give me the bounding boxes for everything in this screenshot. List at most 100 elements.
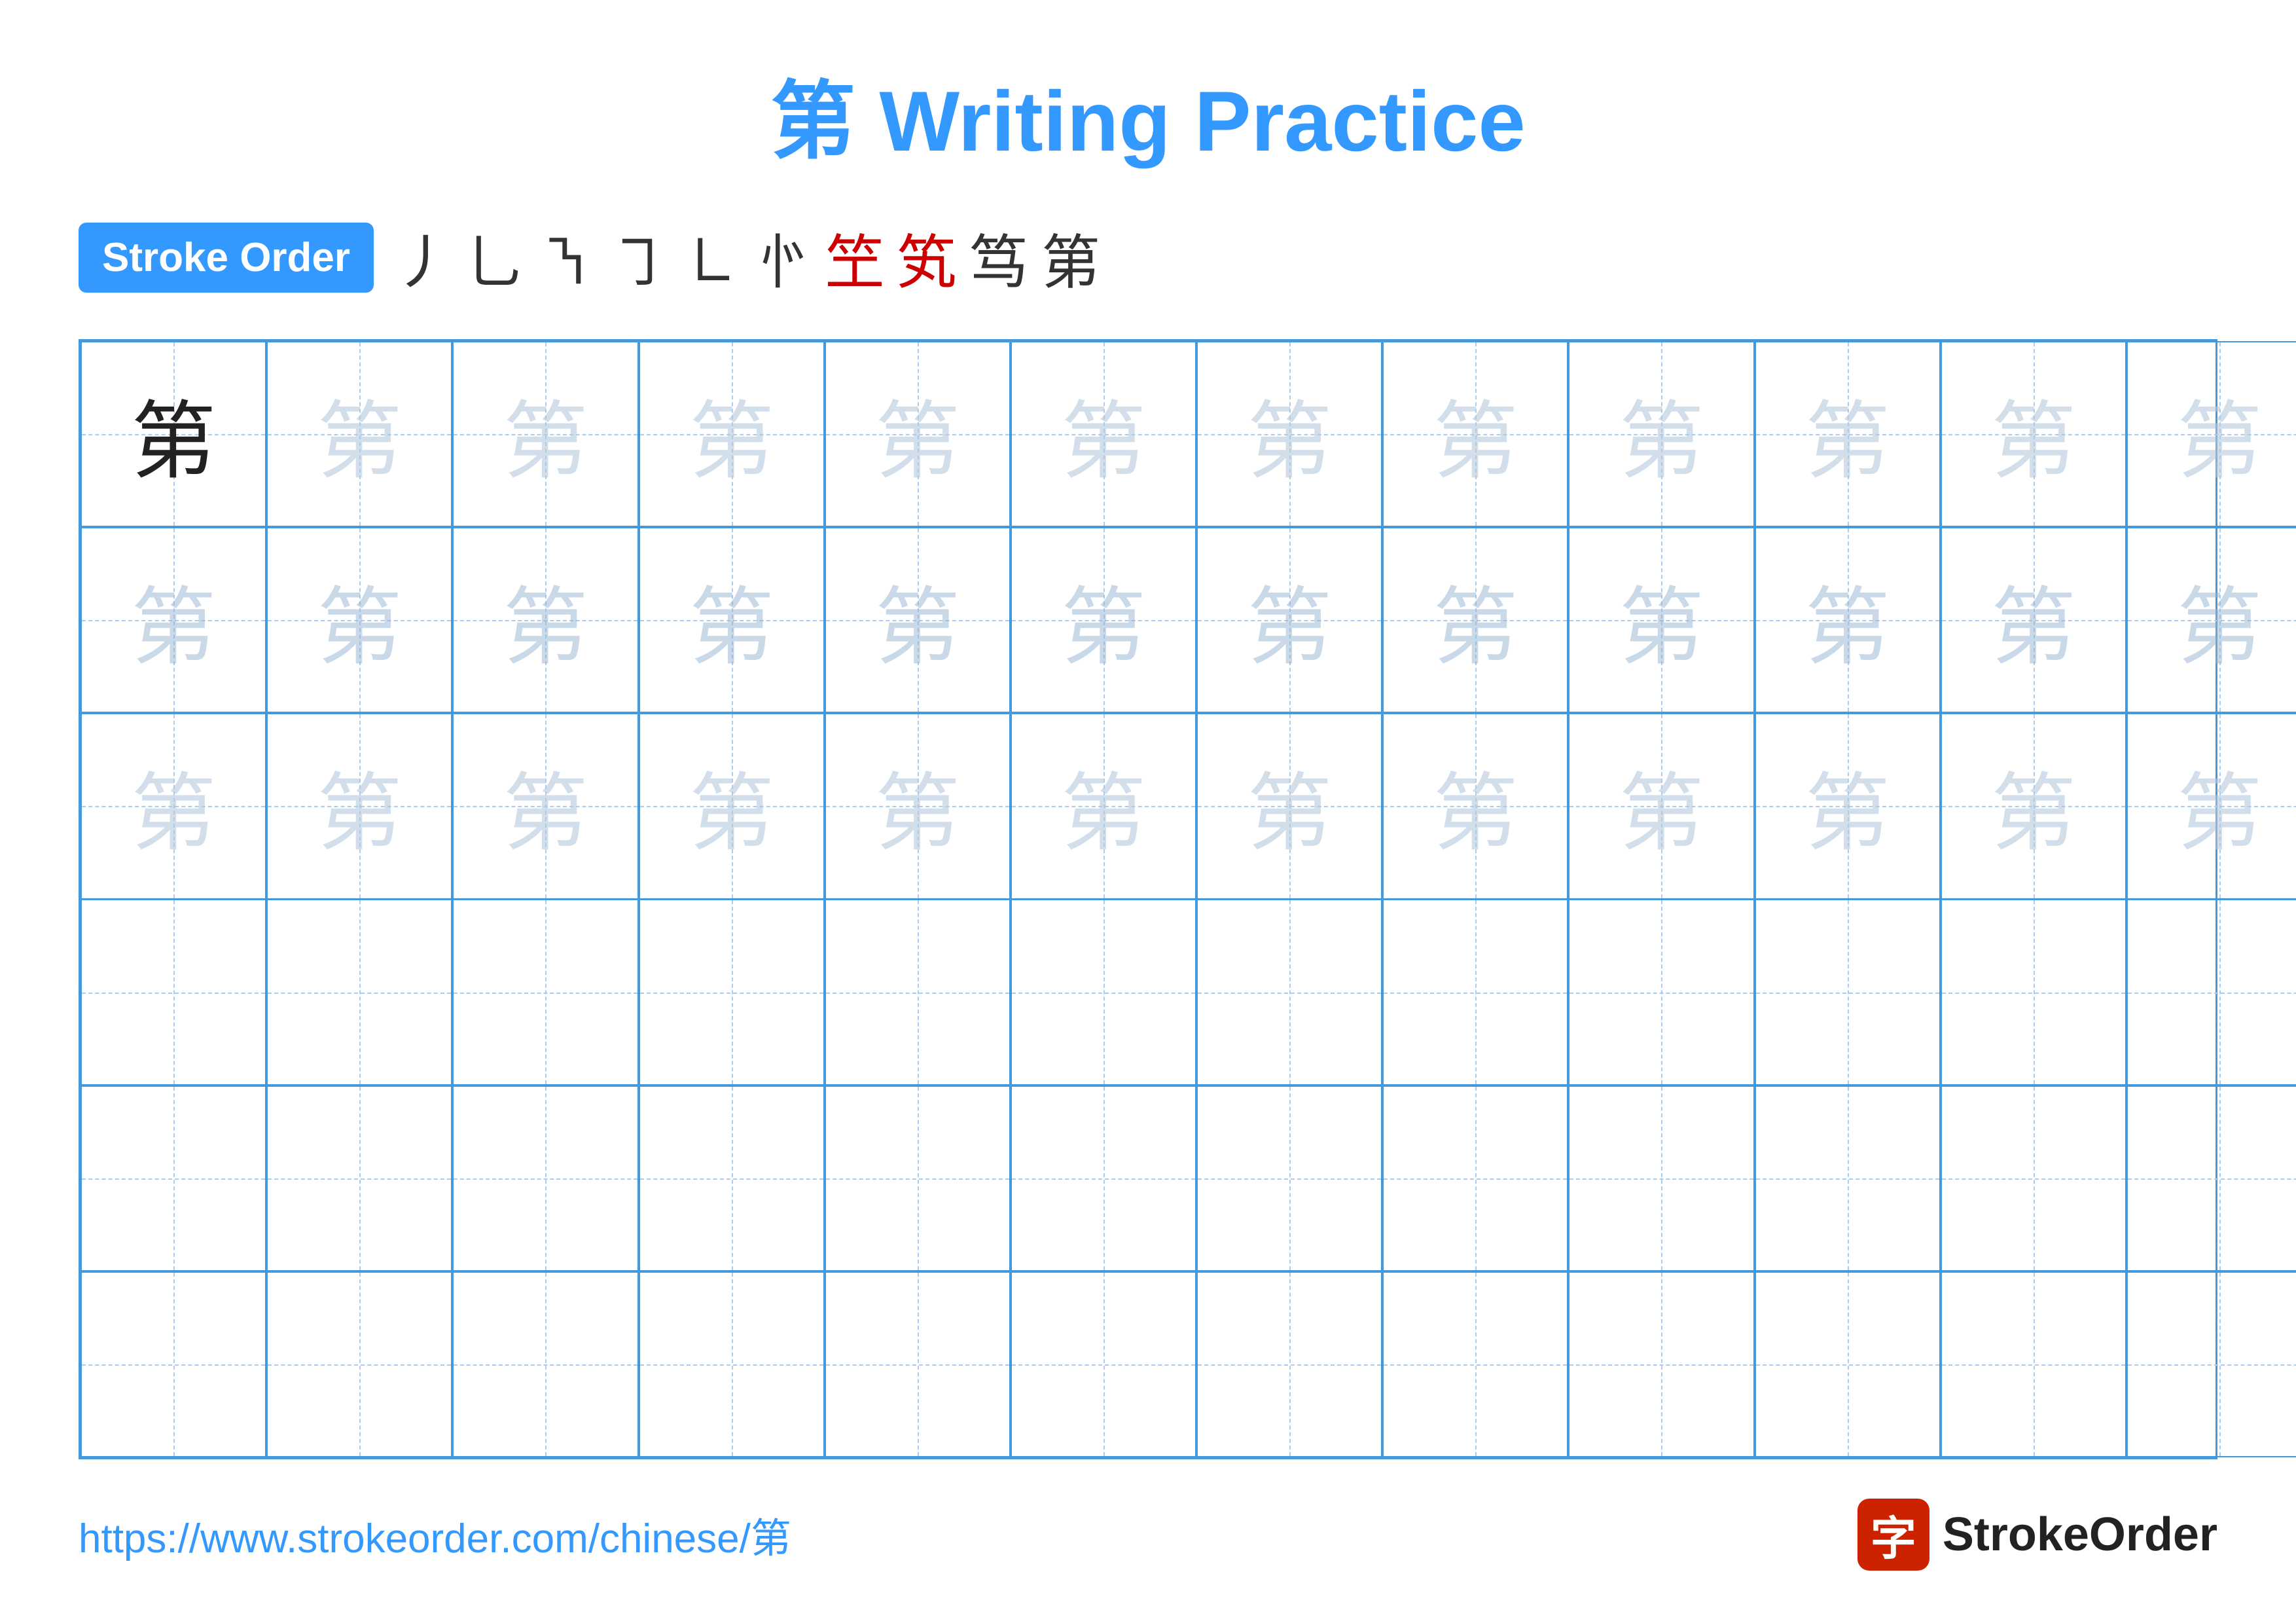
char-r2c7: 第 <box>1247 558 1332 682</box>
stroke-order-badge: Stroke Order <box>79 223 374 293</box>
grid-cell-r6c6[interactable] <box>1011 1271 1196 1457</box>
grid-cell-r2c2[interactable]: 第 <box>266 527 452 713</box>
grid-cell-r6c12[interactable] <box>2126 1271 2296 1457</box>
grid-cell-r1c5[interactable]: 第 <box>825 341 1011 527</box>
grid-cell-r2c7[interactable]: 第 <box>1196 527 1382 713</box>
grid-cell-r6c3[interactable] <box>452 1271 638 1457</box>
grid-cell-r2c11[interactable]: 第 <box>1941 527 2126 713</box>
footer-url[interactable]: https://www.strokeorder.com/chinese/第 <box>79 1505 791 1564</box>
stroke-7: 笁 <box>825 215 884 300</box>
grid-cell-r3c5[interactable]: 第 <box>825 713 1011 899</box>
char-r2c6: 第 <box>1061 558 1146 682</box>
char-r1c7: 第 <box>1247 373 1332 496</box>
grid-cell-r3c8[interactable]: 第 <box>1382 713 1568 899</box>
grid-cell-r4c4[interactable] <box>639 899 825 1085</box>
grid-cell-r4c11[interactable] <box>1941 899 2126 1085</box>
grid-cell-r3c6[interactable]: 第 <box>1011 713 1196 899</box>
char-r3c12: 第 <box>2177 744 2262 867</box>
char-r3c5: 第 <box>875 744 960 867</box>
char-r1c8: 第 <box>1433 373 1518 496</box>
char-r1c10: 第 <box>1805 373 1890 496</box>
grid-cell-r2c6[interactable]: 第 <box>1011 527 1196 713</box>
grid-cell-r6c8[interactable] <box>1382 1271 1568 1457</box>
grid-cell-r2c9[interactable]: 第 <box>1568 527 1754 713</box>
grid-cell-r1c9[interactable]: 第 <box>1568 341 1754 527</box>
grid-cell-r3c1[interactable]: 第 <box>81 713 266 899</box>
grid-cell-r3c12[interactable]: 第 <box>2126 713 2296 899</box>
grid-cell-r1c12[interactable]: 第 <box>2126 341 2296 527</box>
grid-cell-r4c5[interactable] <box>825 899 1011 1085</box>
grid-cell-r3c11[interactable]: 第 <box>1941 713 2126 899</box>
grid-cell-r5c12[interactable] <box>2126 1085 2296 1271</box>
char-r3c8: 第 <box>1433 744 1518 867</box>
grid-cell-r6c11[interactable] <box>1941 1271 2126 1457</box>
page: 第 Writing Practice Stroke Order 丿 ⺃ ㇎ ㇆ … <box>0 0 2296 1623</box>
grid-cell-r1c2[interactable]: 第 <box>266 341 452 527</box>
grid-cell-r2c8[interactable]: 第 <box>1382 527 1568 713</box>
grid-cell-r1c8[interactable]: 第 <box>1382 341 1568 527</box>
footer: https://www.strokeorder.com/chinese/第 字 … <box>79 1499 2217 1571</box>
grid-cell-r4c6[interactable] <box>1011 899 1196 1085</box>
footer-logo: 字 StrokeOrder <box>1857 1499 2217 1571</box>
stroke-1: 丿 <box>393 215 452 300</box>
grid-cell-r1c11[interactable]: 第 <box>1941 341 2126 527</box>
grid-cell-r5c1[interactable] <box>81 1085 266 1271</box>
grid-cell-r5c3[interactable] <box>452 1085 638 1271</box>
char-r2c12: 第 <box>2177 558 2262 682</box>
char-r2c9: 第 <box>1619 558 1704 682</box>
char-r3c11: 第 <box>1991 744 2076 867</box>
grid-cell-r6c7[interactable] <box>1196 1271 1382 1457</box>
grid-cell-r6c9[interactable] <box>1568 1271 1754 1457</box>
grid-cell-r4c3[interactable] <box>452 899 638 1085</box>
grid-cell-r5c4[interactable] <box>639 1085 825 1271</box>
grid-cell-r4c12[interactable] <box>2126 899 2296 1085</box>
grid-cell-r5c5[interactable] <box>825 1085 1011 1271</box>
grid-cell-r3c2[interactable]: 第 <box>266 713 452 899</box>
grid-cell-r5c7[interactable] <box>1196 1085 1382 1271</box>
char-r1c2: 第 <box>317 373 402 496</box>
grid-cell-r6c2[interactable] <box>266 1271 452 1457</box>
grid-cell-r4c9[interactable] <box>1568 899 1754 1085</box>
char-r2c2: 第 <box>317 558 402 682</box>
char-r1c11: 第 <box>1991 373 2076 496</box>
grid-cell-r1c6[interactable]: 第 <box>1011 341 1196 527</box>
grid-cell-r2c5[interactable]: 第 <box>825 527 1011 713</box>
grid-cell-r1c3[interactable]: 第 <box>452 341 638 527</box>
grid-cell-r6c10[interactable] <box>1755 1271 1941 1457</box>
grid-cell-r3c10[interactable]: 第 <box>1755 713 1941 899</box>
stroke-chars: 丿 ⺃ ㇎ ㇆ ㇗ 㣺 笁 笂 笃 第 <box>393 215 1100 300</box>
grid-cell-r2c12[interactable]: 第 <box>2126 527 2296 713</box>
grid-cell-r3c3[interactable]: 第 <box>452 713 638 899</box>
grid-cell-r1c4[interactable]: 第 <box>639 341 825 527</box>
grid-cell-r5c2[interactable] <box>266 1085 452 1271</box>
grid-cell-r1c1[interactable]: 第 <box>81 341 266 527</box>
grid-cell-r4c2[interactable] <box>266 899 452 1085</box>
grid-cell-r5c9[interactable] <box>1568 1085 1754 1271</box>
grid-cell-r5c10[interactable] <box>1755 1085 1941 1271</box>
grid-cell-r2c4[interactable]: 第 <box>639 527 825 713</box>
grid-cell-r6c4[interactable] <box>639 1271 825 1457</box>
grid-cell-r2c3[interactable]: 第 <box>452 527 638 713</box>
grid-cell-r3c7[interactable]: 第 <box>1196 713 1382 899</box>
grid-cell-r6c5[interactable] <box>825 1271 1011 1457</box>
grid-cell-r2c1[interactable]: 第 <box>81 527 266 713</box>
stroke-5: ㇗ <box>681 215 740 300</box>
grid-cell-r5c11[interactable] <box>1941 1085 2126 1271</box>
grid-cell-r4c1[interactable] <box>81 899 266 1085</box>
grid-cell-r1c7[interactable]: 第 <box>1196 341 1382 527</box>
grid-cell-r3c9[interactable]: 第 <box>1568 713 1754 899</box>
grid-cell-r5c6[interactable] <box>1011 1085 1196 1271</box>
practice-grid[interactable]: 第 第 第 第 第 第 第 第 第 第 第 第 <box>79 339 2217 1459</box>
grid-cell-r5c8[interactable] <box>1382 1085 1568 1271</box>
stroke-4: ㇆ <box>609 215 668 300</box>
grid-cell-r4c10[interactable] <box>1755 899 1941 1085</box>
grid-cell-r6c1[interactable] <box>81 1271 266 1457</box>
grid-cell-r2c10[interactable]: 第 <box>1755 527 1941 713</box>
grid-cell-r1c10[interactable]: 第 <box>1755 341 1941 527</box>
grid-cell-r3c4[interactable]: 第 <box>639 713 825 899</box>
stroke-9: 笃 <box>969 215 1028 300</box>
char-r3c1: 第 <box>131 744 216 867</box>
char-r2c11: 第 <box>1991 558 2076 682</box>
grid-cell-r4c8[interactable] <box>1382 899 1568 1085</box>
grid-cell-r4c7[interactable] <box>1196 899 1382 1085</box>
